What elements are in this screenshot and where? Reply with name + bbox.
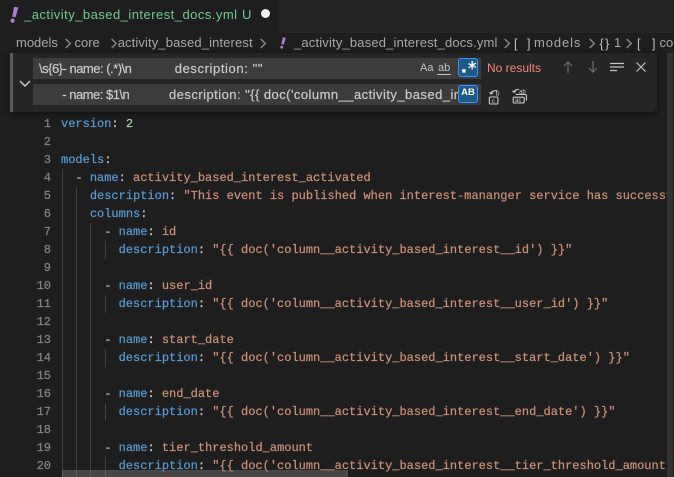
svg-text:ac: ac (515, 98, 521, 104)
svg-text:ab: ab (519, 90, 526, 96)
svg-text:b: b (496, 90, 500, 97)
